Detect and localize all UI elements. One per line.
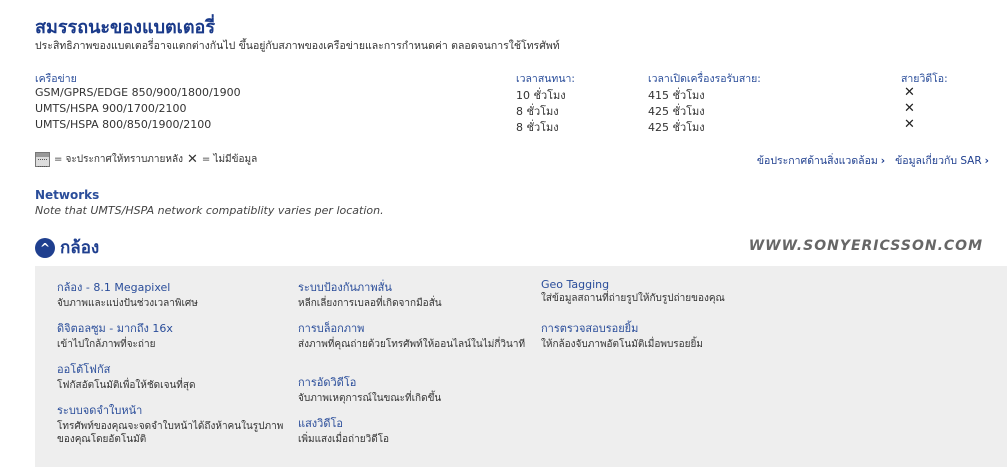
- camera-section-toggle[interactable]: ^ กล้อง: [35, 234, 99, 261]
- header-talk-time: เวลาสนทนา:: [516, 73, 575, 85]
- camera-section-title: กล้อง: [60, 238, 100, 258]
- table-row: UMTS/HSPA 800/850/1900/2100 8 ชั่วโมง 42…: [35, 117, 965, 135]
- feature-title[interactable]: Geo Tagging: [541, 278, 771, 291]
- feature-title[interactable]: การตรวจสอบรอยยิ้ม: [541, 319, 771, 337]
- talk-time-cell: 8 ชั่วโมง: [516, 121, 559, 134]
- feature-item: ออโต้โฟกัส โฟกัสอัตโนมัติเพื่อให้ชัดเจนท…: [57, 360, 287, 392]
- feature-desc: ให้กล้องจับภาพอัตโนมัติเมื่อพบรอยยิ้ม: [541, 339, 703, 350]
- cross-icon: ✕: [904, 101, 915, 116]
- feature-desc: จับภาพเหตุการณ์ในขณะที่เกิดขึ้น: [298, 393, 442, 404]
- sar-link[interactable]: ข้อมูลเกี่ยวกับ SAR ›: [895, 152, 989, 169]
- camera-features-panel: กล้อง - 8.1 Megapixel จับภาพและแบ่งปันช่…: [35, 266, 1007, 467]
- cross-icon: ✕: [186, 152, 198, 167]
- cross-icon: ✕: [904, 117, 915, 132]
- feature-title[interactable]: แสงวิดีโอ: [298, 414, 528, 432]
- header-standby: เวลาเปิดเครื่องรอรับสาย:: [648, 73, 761, 85]
- battery-table: เครือข่าย เวลาสนทนา: เวลาเปิดเครื่องรอรั…: [35, 70, 965, 134]
- page-subtitle: ประสิทธิภาพของแบตเตอรี่อาจแตกต่างกันไป ข…: [35, 40, 560, 52]
- feature-title[interactable]: ออโต้โฟกัส: [57, 360, 287, 378]
- feature-item: ระบบจดจำใบหน้า โทรศัพท์ของคุณจะจดจำใบหน้…: [57, 401, 287, 446]
- feature-desc: เข้าไปใกล้ภาพที่จะถ่าย: [57, 339, 156, 350]
- networks-heading: Networks: [35, 188, 100, 202]
- feature-title[interactable]: ระบบป้องกันภาพสั่น: [298, 278, 528, 296]
- feature-desc: ใส่ข้อมูลสถานที่ถ่ายรูปให้กับรูปถ่ายของค…: [541, 293, 725, 304]
- table-row: GSM/GPRS/EDGE 850/900/1800/1900 10 ชั่วโ…: [35, 85, 965, 103]
- cross-icon: ✕: [904, 85, 915, 100]
- feature-item: การอัดวิดีโอ จับภาพเหตุการณ์ในขณะที่เกิด…: [298, 373, 528, 405]
- table-row: UMTS/HSPA 900/1700/2100 8 ชั่วโมง 425 ชั…: [35, 101, 965, 119]
- watermark: WWW.SONYERICSSON.COM: [748, 238, 983, 254]
- network-cell: UMTS/HSPA 800/850/1900/2100: [35, 118, 212, 131]
- feature-item: Geo Tagging ใส่ข้อมูลสถานที่ถ่ายรูปให้กั…: [541, 278, 771, 305]
- feature-desc: โทรศัพท์ของคุณจะจดจำใบหน้าได้ถึงห้าคนในร…: [57, 421, 284, 445]
- feature-desc: หลีกเลี่ยงการเบลอที่เกิดจากมือสั่น: [298, 298, 442, 309]
- feature-item: การตรวจสอบรอยยิ้ม ให้กล้องจับภาพอัตโนมัต…: [541, 319, 771, 351]
- calendar-icon: [35, 152, 50, 167]
- chevron-up-icon: ^: [35, 237, 55, 258]
- feature-item: ดิจิตอลซูม - มากถึง 16x เข้าไปใกล้ภาพที่…: [57, 319, 287, 351]
- feature-title[interactable]: ดิจิตอลซูม - มากถึง 16x: [57, 319, 287, 337]
- networks-note: Note that UMTS/HSPA network compatiblity…: [35, 204, 384, 217]
- feature-title[interactable]: การอัดวิดีโอ: [298, 373, 528, 391]
- feature-desc: ส่งภาพที่คุณถ่ายด้วยโทรศัพท์ให้ออนไลน์ใน…: [298, 339, 526, 350]
- feature-item: ระบบป้องกันภาพสั่น หลีกเลี่ยงการเบลอที่เ…: [298, 278, 528, 310]
- feature-desc: เพิ่มแสงเมื่อถ่ายวิดีโอ: [298, 434, 390, 445]
- feature-title[interactable]: การบล็อกภาพ: [298, 319, 528, 337]
- environment-link-label: ข้อประกาศด้านสิ่งแวดล้อม: [756, 155, 878, 167]
- standby-cell: 425 ชั่วโมง: [648, 121, 705, 134]
- chevron-right-icon: ›: [880, 155, 886, 167]
- network-cell: UMTS/HSPA 900/1700/2100: [35, 102, 187, 115]
- sar-link-label: ข้อมูลเกี่ยวกับ SAR: [895, 155, 982, 167]
- feature-item: การบล็อกภาพ ส่งภาพที่คุณถ่ายด้วยโทรศัพท์…: [298, 319, 528, 351]
- legend-calendar-text: = จะประกาศให้ทราบภายหลัง: [54, 154, 183, 165]
- feature-item: แสงวิดีโอ เพิ่มแสงเมื่อถ่ายวิดีโอ: [298, 414, 528, 446]
- header-network: เครือข่าย: [35, 73, 77, 85]
- feature-item: กล้อง - 8.1 Megapixel จับภาพและแบ่งปันช่…: [57, 278, 287, 310]
- info-links: ข้อประกาศด้านสิ่งแวดล้อม › ข้อมูลเกี่ยวกั…: [757, 152, 989, 169]
- feature-title[interactable]: กล้อง - 8.1 Megapixel: [57, 278, 287, 296]
- feature-title[interactable]: ระบบจดจำใบหน้า: [57, 401, 287, 419]
- network-cell: GSM/GPRS/EDGE 850/900/1800/1900: [35, 86, 241, 99]
- environment-link[interactable]: ข้อประกาศด้านสิ่งแวดล้อม ›: [757, 152, 885, 169]
- table-header-row: เครือข่าย เวลาสนทนา: เวลาเปิดเครื่องรอรั…: [35, 70, 965, 86]
- chevron-right-icon: ›: [984, 155, 989, 167]
- feature-desc: จับภาพและแบ่งปันช่วงเวลาพิเศษ: [57, 298, 198, 309]
- feature-desc: โฟกัสอัตโนมัติเพื่อให้ชัดเจนที่สุด: [57, 380, 196, 391]
- legend-cross-text: = ไม่มีข้อมูล: [201, 154, 258, 165]
- legend: = จะประกาศให้ทราบภายหลัง ✕ = ไม่มีข้อมูล: [35, 152, 257, 167]
